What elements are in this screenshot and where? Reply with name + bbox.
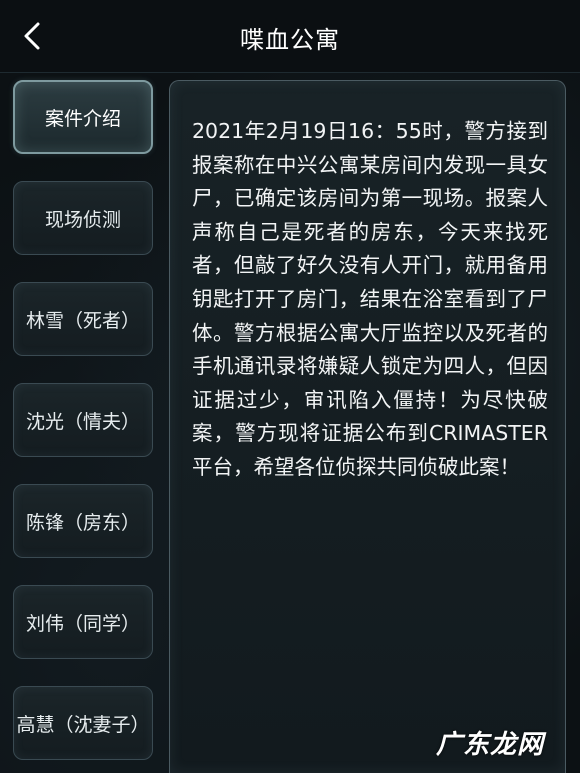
case-description-text: 2021年2月19日16：55时，警方接到报案称在中兴公寓某房间内发现一具女尸，…	[192, 119, 548, 479]
top-bar: 喋血公寓	[0, 0, 580, 73]
sidebar-item-chen-feng[interactable]: 陈锋（房东）	[13, 484, 153, 558]
case-description-panel[interactable]: 2021年2月19日16：55时，警方接到报案称在中兴公寓某房间内发现一具女尸，…	[169, 80, 566, 773]
sidebar-item-gao-hui[interactable]: 高慧（沈妻子）	[13, 686, 153, 760]
sidebar-item-case-intro[interactable]: 案件介绍	[13, 80, 153, 154]
watermark-logo: 广东龙网	[435, 730, 544, 760]
page-title: 喋血公寓	[240, 26, 340, 54]
sidebar-item-scene-investigation[interactable]: 现场侦测	[13, 181, 153, 255]
sidebar-item-liu-wei[interactable]: 刘伟（同学）	[13, 585, 153, 659]
sidebar-item-lin-xue[interactable]: 林雪（死者）	[13, 282, 153, 356]
sidebar-item-shen-guang[interactable]: 沈光（情夫）	[13, 383, 153, 457]
